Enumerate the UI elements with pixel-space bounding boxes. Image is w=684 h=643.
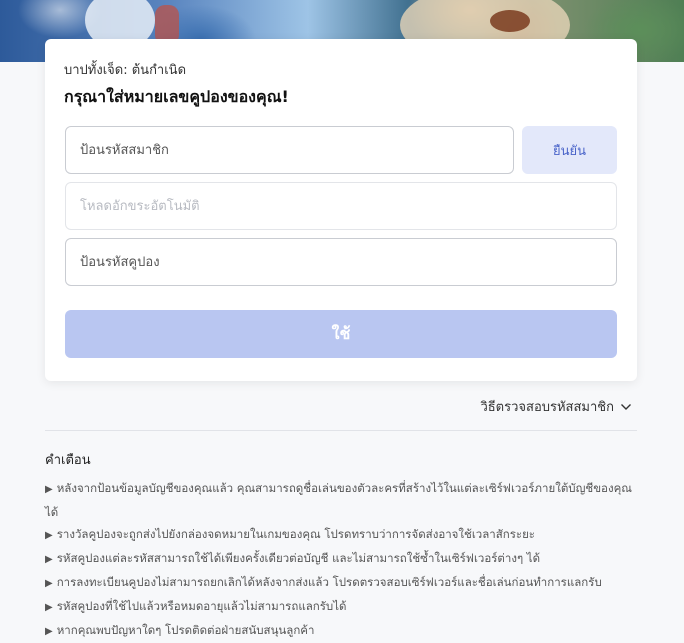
- member-id-input[interactable]: [65, 126, 514, 174]
- warning-text: รหัสคูปองแต่ละรหัสสามารถใช้ได้เพียงครั้ง…: [56, 551, 541, 565]
- triangle-bullet-icon: ▶: [45, 602, 53, 613]
- warning-item: ▶ รหัสคูปองแต่ละรหัสสามารถใช้ได้เพียงครั้…: [45, 547, 645, 571]
- triangle-bullet-icon: ▶: [45, 530, 53, 541]
- warning-item: ▶ รหัสคูปองที่ใช้ไปแล้วหรือหมดอายุแล้วไม่…: [45, 595, 645, 619]
- page-title: กรุณาใส่หมายเลขคูปองของคุณ!: [64, 87, 289, 106]
- warning-item: ▶ รางวัลคูปองจะถูกส่งไปยังกล่องจดหมายในเก…: [45, 523, 645, 547]
- warning-text: รหัสคูปองที่ใช้ไปแล้วหรือหมดอายุแล้วไม่ส…: [56, 599, 347, 613]
- coupon-card: บาปทั้งเจ็ด: ต้นกำเนิด กรุณาใส่หมายเลขคู…: [45, 39, 637, 381]
- triangle-bullet-icon: ▶: [45, 484, 53, 495]
- warning-item: ▶ หากคุณพบปัญหาใดๆ โปรดติดต่อฝ่ายสนับสนุน…: [45, 619, 645, 643]
- auto-character-field: [65, 182, 617, 230]
- warning-item: ▶ การลงทะเบียนคูปองไม่สามารถยกเลิกได้หลัง…: [45, 571, 645, 595]
- verify-label: วิธีตรวจสอบรหัสสมาชิก: [480, 400, 614, 415]
- warning-title: คำเตือน: [45, 453, 91, 468]
- game-subtitle: บาปทั้งเจ็ด: ต้นกำเนิด: [64, 63, 187, 78]
- triangle-bullet-icon: ▶: [45, 626, 53, 637]
- warning-text: หลังจากป้อนข้อมูลบัญชีของคุณแล้ว คุณสามา…: [45, 481, 632, 519]
- warning-text: การลงทะเบียนคูปองไม่สามารถยกเลิกได้หลังจ…: [56, 575, 602, 589]
- warning-text: รางวัลคูปองจะถูกส่งไปยังกล่องจดหมายในเกม…: [56, 527, 535, 541]
- coupon-code-input[interactable]: [65, 238, 617, 286]
- warning-list: ▶ หลังจากป้อนข้อมูลบัญชีของคุณแล้ว คุณสาม…: [45, 477, 645, 643]
- warning-text: หากคุณพบปัญหาใดๆ โปรดติดต่อฝ่ายสนับสนุนล…: [56, 623, 315, 637]
- confirm-button[interactable]: ยืนยัน: [522, 126, 617, 174]
- chevron-down-icon: [621, 403, 631, 410]
- triangle-bullet-icon: ▶: [45, 578, 53, 589]
- banner-character-detail: [490, 10, 530, 32]
- triangle-bullet-icon: ▶: [45, 554, 53, 565]
- use-button[interactable]: ใช้: [65, 310, 617, 358]
- warning-item: ▶ หลังจากป้อนข้อมูลบัญชีของคุณแล้ว คุณสาม…: [45, 477, 645, 523]
- divider: [45, 430, 637, 431]
- verify-member-id-toggle[interactable]: วิธีตรวจสอบรหัสสมาชิก: [480, 396, 632, 417]
